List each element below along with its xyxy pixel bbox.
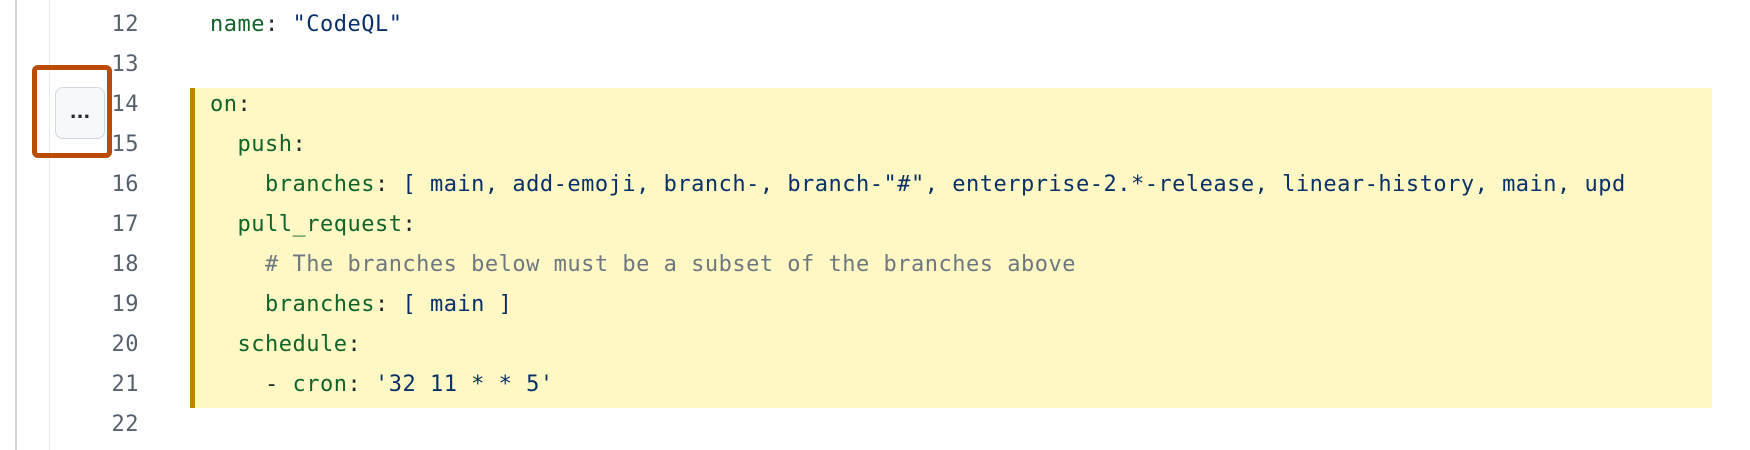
yaml-key: pull_request (237, 212, 403, 237)
code-line-14: on: (210, 85, 1740, 125)
file-border (15, 0, 17, 450)
code-line-15: push: (210, 125, 1740, 165)
yaml-colon: : (402, 212, 417, 237)
line-number-17[interactable]: 17 (84, 205, 139, 245)
yaml-value: "CodeQL" (292, 12, 403, 37)
line-number-22[interactable]: 22 (84, 405, 139, 445)
code-line-12: name: "CodeQL" (210, 5, 1740, 45)
yaml-colon: : (374, 292, 403, 317)
code-line-18: # The branches below must be a subset of… (210, 245, 1740, 285)
yaml-key: schedule (237, 332, 348, 357)
yaml-key: cron (292, 372, 348, 397)
code-line-20: schedule: (210, 325, 1740, 365)
line-number-16[interactable]: 16 (84, 165, 139, 205)
yaml-colon: : (347, 332, 362, 357)
code-line-19: branches: [ main ] (210, 285, 1740, 325)
yaml-key: name (210, 12, 265, 37)
yaml-colon: : (292, 132, 307, 157)
callout-outline: ... (32, 65, 112, 158)
code-line-17: pull_request: (210, 205, 1740, 245)
yaml-key: push (237, 132, 293, 157)
line-number-20[interactable]: 20 (84, 325, 139, 365)
line-number-12[interactable]: 12 (84, 5, 139, 45)
yaml-key: branches (264, 172, 375, 197)
yaml-colon: : (264, 12, 293, 37)
yaml-value: [ main ] (402, 292, 513, 317)
yaml-colon: : (347, 372, 375, 397)
yaml-value: '32 11 * * 5' (374, 372, 554, 397)
line-number-21[interactable]: 21 (84, 365, 139, 405)
yaml-value: [ main, add-emoji, branch-, branch-"#", … (402, 172, 1626, 197)
more-options-button[interactable]: ... (55, 87, 105, 139)
line-number-19[interactable]: 19 (84, 285, 139, 325)
line-number-18[interactable]: 18 (84, 245, 139, 285)
code-line-16: branches: [ main, add-emoji, branch-, br… (210, 165, 1740, 205)
yaml-key: branches (264, 292, 375, 317)
yaml-colon: : (237, 92, 252, 117)
yaml-colon: : (374, 172, 403, 197)
yaml-dash: - (264, 372, 293, 397)
yaml-key: on (210, 92, 238, 117)
code-view: 12 13 14 15 16 17 18 19 20 21 22 name: "… (0, 0, 1750, 450)
code-line-21: - cron: '32 11 * * 5' (210, 365, 1740, 405)
yaml-comment: # The branches below must be a subset of… (264, 252, 1076, 277)
kebab-horizontal-icon: ... (69, 102, 91, 123)
